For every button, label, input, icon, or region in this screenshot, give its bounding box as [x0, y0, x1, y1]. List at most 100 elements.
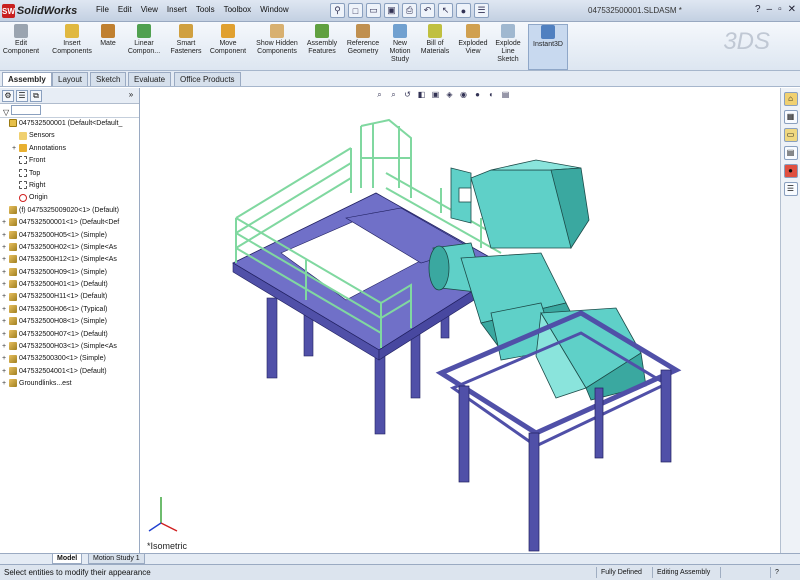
expand-toggle-icon[interactable]: + — [2, 366, 9, 378]
tree-item[interactable]: +047532500H07<1> (Default) — [0, 329, 139, 341]
sens-icon — [19, 131, 27, 140]
tree-item[interactable]: +047532500H06<1> (Typical) — [0, 304, 139, 316]
tree-item-label: 047532500H06<1> (Typical) — [19, 305, 108, 313]
menu-insert[interactable]: Insert — [167, 5, 187, 14]
tree-item[interactable]: Top — [0, 168, 139, 180]
expand-toggle-icon[interactable]: + — [2, 329, 9, 341]
custom-properties-icon[interactable]: ☰ — [783, 182, 798, 196]
solidworks-logo[interactable]: SW SolidWorks — [2, 2, 77, 20]
linear-pattern-button[interactable]: Linear Compon... — [122, 24, 166, 70]
select-icon[interactable]: ↖ — [438, 3, 453, 18]
tree-item[interactable]: +047532500001<1> (Default<Def — [0, 217, 139, 229]
status-units[interactable] — [720, 567, 768, 578]
menu-window[interactable]: Window — [260, 5, 288, 14]
home-icon[interactable]: ⌂ — [783, 92, 798, 106]
design-library-icon[interactable]: ▦ — [783, 110, 798, 124]
expand-toggle-icon[interactable]: + — [2, 267, 9, 279]
options-icon[interactable]: ☰ — [474, 3, 489, 18]
property-manager-icon[interactable]: ☰ — [16, 90, 28, 102]
tree-item[interactable]: +047532504001<1> (Default) — [0, 366, 139, 378]
tree-item[interactable]: +047532500H05<1> (Simple) — [0, 230, 139, 242]
tree-item[interactable]: +047532500H11<1> (Default) — [0, 291, 139, 303]
feature-manager-icon[interactable]: ⚙ — [2, 90, 14, 102]
tree-item[interactable]: 047532500001 (Default<Default_ — [0, 118, 139, 130]
expand-toggle-icon[interactable]: + — [2, 378, 9, 390]
tree-item[interactable]: Right — [0, 180, 139, 192]
move-component-button[interactable]: Move Component — [206, 24, 250, 70]
tab-office-products[interactable]: Office Products — [174, 72, 241, 86]
menu-edit[interactable]: Edit — [118, 5, 132, 14]
new-icon[interactable]: □ — [348, 3, 363, 18]
assembly-model[interactable] — [141, 88, 780, 553]
view-palette-icon[interactable]: ▤ — [783, 146, 798, 160]
tab-assembly[interactable]: Assembly — [2, 72, 52, 86]
expand-toggle-icon[interactable]: + — [2, 254, 9, 266]
tree-item[interactable]: Front — [0, 155, 139, 167]
status-bar: Select entities to modify their appearan… — [0, 564, 800, 580]
tab-layout[interactable]: Layout — [52, 72, 89, 86]
save-icon[interactable]: ▣ — [384, 3, 399, 18]
menu-view[interactable]: View — [141, 5, 158, 14]
tree-item[interactable]: Sensors — [0, 130, 139, 142]
show-hidden-components-button[interactable]: Show Hidden Components — [254, 24, 300, 70]
expand-toggle-icon[interactable]: + — [2, 230, 9, 242]
tab-model[interactable]: Model — [52, 554, 83, 564]
tree-item[interactable]: + Annotations — [0, 143, 139, 155]
restore-icon[interactable]: ▫ — [778, 4, 782, 15]
bill-of-materials-button[interactable]: Bill of Materials — [418, 24, 452, 70]
tree-item[interactable]: +047532500H12<1> (Simple<As — [0, 254, 139, 266]
tree-item[interactable]: +047532500H01<1> (Default) — [0, 279, 139, 291]
close-icon[interactable]: ✕ — [788, 4, 796, 15]
tab-motion-study[interactable]: Motion Study 1 — [88, 554, 145, 564]
insert-components-button[interactable]: Insert Components — [50, 24, 94, 70]
tree-item[interactable]: +047532500300<1> (Simple) — [0, 353, 139, 365]
assembly-features-button[interactable]: Assembly Features — [304, 24, 340, 70]
tree-item[interactable]: +047532500H02<1> (Simple<As — [0, 242, 139, 254]
expand-toggle-icon[interactable]: + — [12, 143, 19, 155]
expand-toggle-icon[interactable]: + — [2, 316, 9, 328]
expand-toggle-icon[interactable]: + — [2, 217, 9, 229]
menu-toolbox[interactable]: Toolbox — [224, 5, 252, 14]
tab-sketch[interactable]: Sketch — [90, 72, 127, 86]
mate-button[interactable]: Mate — [96, 24, 120, 70]
undo-icon[interactable]: ↶ — [420, 3, 435, 18]
menu-file[interactable]: File — [96, 5, 109, 14]
tab-evaluate[interactable]: Evaluate — [128, 72, 172, 86]
exploded-view-icon — [466, 24, 480, 38]
expand-toggle-icon[interactable]: + — [2, 353, 9, 365]
rebuild-icon[interactable]: ● — [456, 3, 471, 18]
tree-item[interactable]: +047532500H08<1> (Simple) — [0, 316, 139, 328]
menu-tools[interactable]: Tools — [196, 5, 215, 14]
tree-item[interactable]: + Groundlinks...est — [0, 378, 139, 390]
expand-toggle-icon[interactable]: + — [2, 279, 9, 291]
smart-fasteners-button[interactable]: Smart Fasteners — [168, 24, 204, 70]
collapse-panel-icon[interactable]: » — [125, 90, 137, 102]
graphics-area[interactable]: ⌕ ⌕ ↺ ◧ ▣ ◈ ◉ ● ◐ ▤ *Isometric — [141, 88, 780, 553]
exploded-view-button[interactable]: Exploded View — [456, 24, 490, 70]
expand-toggle-icon[interactable]: + — [2, 291, 9, 303]
tree-item-label: 047532500H11<1> (Default) — [19, 293, 108, 301]
explode-line-sketch-button[interactable]: Explode Line Sketch — [492, 24, 524, 70]
reference-geometry-button[interactable]: Reference Geometry — [342, 24, 384, 70]
pin-icon[interactable]: ⚲ — [330, 3, 345, 18]
help-icon[interactable]: ? — [755, 4, 761, 15]
tree-item[interactable]: (f) 0475325009020<1> (Default) — [0, 205, 139, 217]
appearances-icon[interactable]: ● — [783, 164, 798, 178]
filter-input[interactable] — [11, 105, 42, 115]
minimize-icon[interactable]: – — [767, 4, 773, 15]
expand-toggle-icon[interactable]: + — [2, 341, 9, 353]
tree-item[interactable]: +047532500H03<1> (Simple<As — [0, 341, 139, 353]
configuration-manager-icon[interactable]: ⧉ — [30, 90, 42, 102]
open-icon[interactable]: ▭ — [366, 3, 381, 18]
instant3d-button[interactable]: Instant3D — [528, 24, 568, 70]
tree-item[interactable]: +047532500H09<1> (Simple) — [0, 267, 139, 279]
expand-toggle-icon[interactable]: + — [2, 242, 9, 254]
new-motion-study-button[interactable]: New Motion Study — [386, 24, 414, 70]
tree-filter[interactable]: ▽ — [0, 104, 139, 118]
edit-component-button[interactable]: Edit Component — [2, 24, 40, 70]
expand-toggle-icon[interactable]: + — [2, 304, 9, 316]
file-explorer-icon[interactable]: ▭ — [783, 128, 798, 142]
status-help[interactable]: ? — [770, 567, 796, 578]
print-icon[interactable]: ⎙ — [402, 3, 417, 18]
tree-item[interactable]: Origin — [0, 192, 139, 204]
